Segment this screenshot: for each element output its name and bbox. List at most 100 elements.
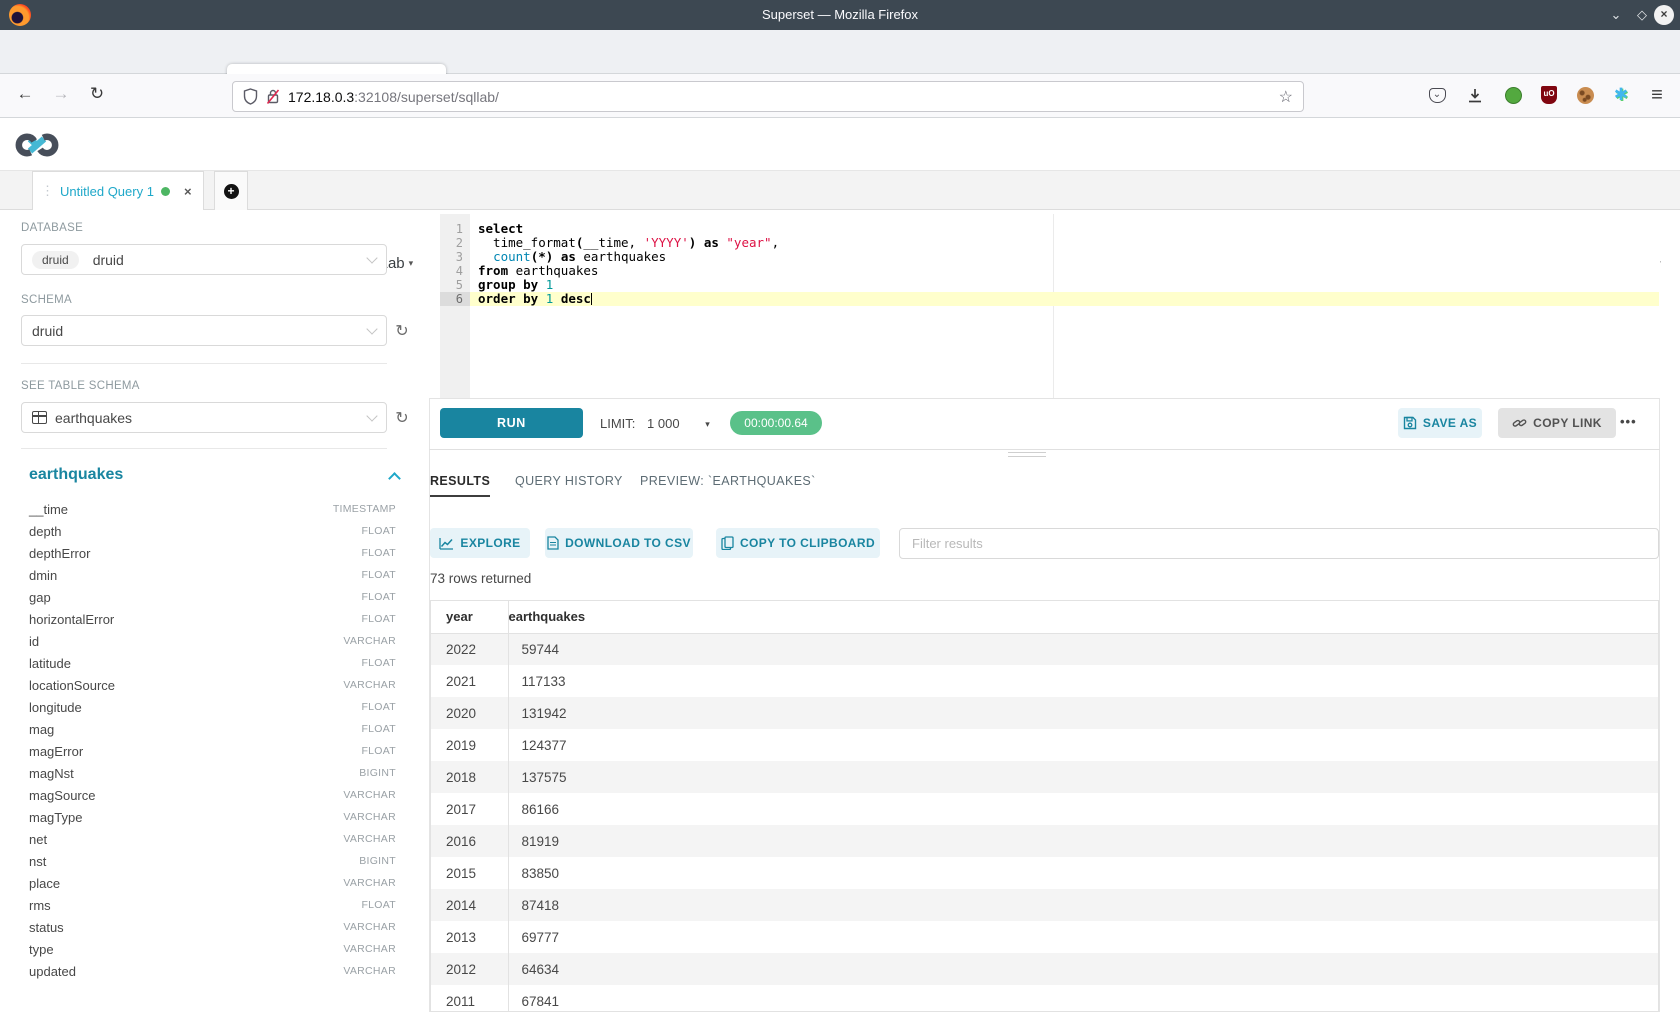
- table-cell: 2019: [431, 729, 508, 761]
- code-token: [553, 249, 561, 264]
- code-token: [696, 235, 704, 250]
- resize-handle-icon[interactable]: [1008, 452, 1046, 453]
- table-cell: 2012: [431, 953, 508, 985]
- download-icon[interactable]: [1460, 80, 1490, 110]
- column-row: magErrorFLOAT: [29, 740, 396, 762]
- tab-query-history[interactable]: QUERY HISTORY: [515, 474, 623, 488]
- column-name: depthError: [29, 546, 90, 561]
- table-select[interactable]: earthquakes: [21, 402, 387, 433]
- table-cell: 59744: [508, 633, 1658, 665]
- privacy-badger-icon[interactable]: [1498, 80, 1528, 110]
- divider: [21, 363, 387, 364]
- chart-line-icon: [439, 537, 454, 550]
- column-type: VARCHAR: [343, 965, 396, 977]
- query-tabstrip: [0, 171, 1680, 210]
- refresh-schema-icon[interactable]: ↻: [392, 321, 412, 341]
- download-csv-button[interactable]: DOWNLOAD TO CSV: [545, 528, 693, 558]
- reload-button[interactable]: ↻: [84, 84, 110, 104]
- limit-dropdown[interactable]: LIMIT: 1 000 ▾: [600, 416, 710, 431]
- table-schema-title[interactable]: earthquakes: [29, 466, 389, 484]
- copy-link-button[interactable]: COPY LINK: [1498, 408, 1616, 438]
- query-tab-close-icon[interactable]: ×: [184, 184, 192, 199]
- column-header-earthquakes[interactable]: earthquakes: [508, 601, 1658, 633]
- extension-asterisk-icon[interactable]: ✱: [1606, 80, 1636, 110]
- column-name: magError: [29, 744, 83, 759]
- ublock-origin-icon[interactable]: uO: [1534, 80, 1564, 110]
- save-as-button[interactable]: SAVE AS: [1398, 408, 1482, 438]
- results-table-body: 2022597442021117133202013194220191243772…: [431, 633, 1658, 1012]
- column-type: BIGINT: [359, 855, 396, 867]
- column-name: dmin: [29, 568, 57, 583]
- url-text[interactable]: 172.18.0.3:32108/superset/sqllab/: [288, 89, 1279, 105]
- drag-handle-icon[interactable]: ⋮: [41, 183, 54, 199]
- results-table: year earthquakes 20225974420211171332020…: [430, 600, 1659, 1012]
- table-schema-label: SEE TABLE SCHEMA: [21, 380, 321, 392]
- column-row: latitude FLOAT: [29, 652, 396, 674]
- bookmark-star-icon[interactable]: ☆: [1279, 87, 1293, 107]
- window-titlebar: Superset — Mozilla Firefox ⌄ ◇ ×: [0, 0, 1680, 30]
- column-name: depth: [29, 524, 62, 539]
- table-cell: 124377: [508, 729, 1658, 761]
- table-row: 201583850: [431, 857, 1658, 889]
- filter-results-input[interactable]: [899, 528, 1659, 559]
- schema-select[interactable]: druid: [21, 315, 387, 346]
- table-row: 201167841: [431, 985, 1658, 1012]
- refresh-table-icon[interactable]: ↻: [392, 408, 412, 428]
- forward-button[interactable]: →: [48, 84, 74, 104]
- column-type: VARCHAR: [343, 635, 396, 647]
- back-button[interactable]: ←: [12, 84, 38, 104]
- query-tab-active[interactable]: ⋮ Untitled Query 1 ×: [32, 171, 204, 210]
- shield-permissions-icon[interactable]: [243, 88, 258, 105]
- column-row: longitudeFLOAT: [29, 696, 396, 718]
- code-token: earthquakes: [576, 249, 666, 264]
- window-minimize-icon[interactable]: ⌄: [1606, 5, 1626, 25]
- column-row: netVARCHAR: [29, 828, 396, 850]
- sql-editor[interactable]: 123456 select time_format(__time, 'YYYY'…: [429, 214, 1660, 398]
- table-row: 2020131942: [431, 697, 1658, 729]
- column-name: gap: [29, 590, 51, 605]
- column-row: __timeTIMESTAMP: [29, 498, 396, 520]
- collapse-chevron-icon[interactable]: [388, 472, 401, 485]
- column-name: place: [29, 876, 60, 891]
- url-bar[interactable]: 172.18.0.3:32108/superset/sqllab/ ☆: [232, 81, 1304, 112]
- schema-value: druid: [32, 323, 63, 339]
- resize-handle-icon[interactable]: [1008, 456, 1046, 457]
- run-button[interactable]: RUN: [440, 408, 583, 438]
- window-close-icon[interactable]: ×: [1654, 5, 1674, 25]
- save-icon: [1403, 416, 1417, 430]
- column-row: nstBIGINT: [29, 850, 396, 872]
- pocket-icon[interactable]: ⌄: [1422, 80, 1452, 110]
- copy-to-clipboard-button[interactable]: COPY TO CLIPBOARD: [716, 528, 880, 558]
- explore-button[interactable]: EXPLORE: [430, 528, 530, 558]
- column-type: VARCHAR: [343, 833, 396, 845]
- column-name: __time: [29, 502, 68, 517]
- column-row: rmsFLOAT: [29, 894, 396, 916]
- column-row: locationSourceVARCHAR: [29, 674, 396, 696]
- editor-code[interactable]: select time_format(__time, 'YYYY') as "y…: [470, 214, 1659, 398]
- column-row: magSourceVARCHAR: [29, 784, 396, 806]
- column-type: BIGINT: [359, 767, 396, 779]
- column-row: horizontalErrorFLOAT: [29, 608, 396, 630]
- menu-hamburger-icon[interactable]: ≡: [1642, 80, 1672, 110]
- column-list: __timeTIMESTAMPdepth FLOAT depthError FLOAT…: [29, 498, 396, 982]
- table-icon: [32, 411, 47, 424]
- table-cell: 83850: [508, 857, 1658, 889]
- column-name: latitude: [29, 656, 71, 671]
- tab-preview-earthquakes[interactable]: PREVIEW: `EARTHQUAKES`: [640, 474, 816, 488]
- cookie-extension-icon[interactable]: [1570, 80, 1600, 110]
- window-maximize-icon[interactable]: ◇: [1632, 5, 1652, 25]
- code-token: from: [478, 263, 508, 278]
- column-header-year[interactable]: year: [431, 601, 508, 633]
- column-type: FLOAT: [361, 899, 396, 911]
- add-query-tab-button[interactable]: +: [214, 171, 248, 210]
- code-token: group by: [478, 277, 538, 292]
- table-cell: 2016: [431, 825, 508, 857]
- database-select[interactable]: druid druid: [21, 244, 387, 275]
- column-type: FLOAT: [361, 657, 396, 669]
- code-token: ,: [772, 235, 780, 250]
- tab-results[interactable]: RESULTS: [430, 474, 490, 497]
- column-row: magFLOAT: [29, 718, 396, 740]
- pane-resize-divider[interactable]: [429, 449, 1660, 450]
- more-actions-button[interactable]: •••: [1620, 414, 1637, 429]
- lock-insecure-icon[interactable]: [266, 88, 280, 105]
